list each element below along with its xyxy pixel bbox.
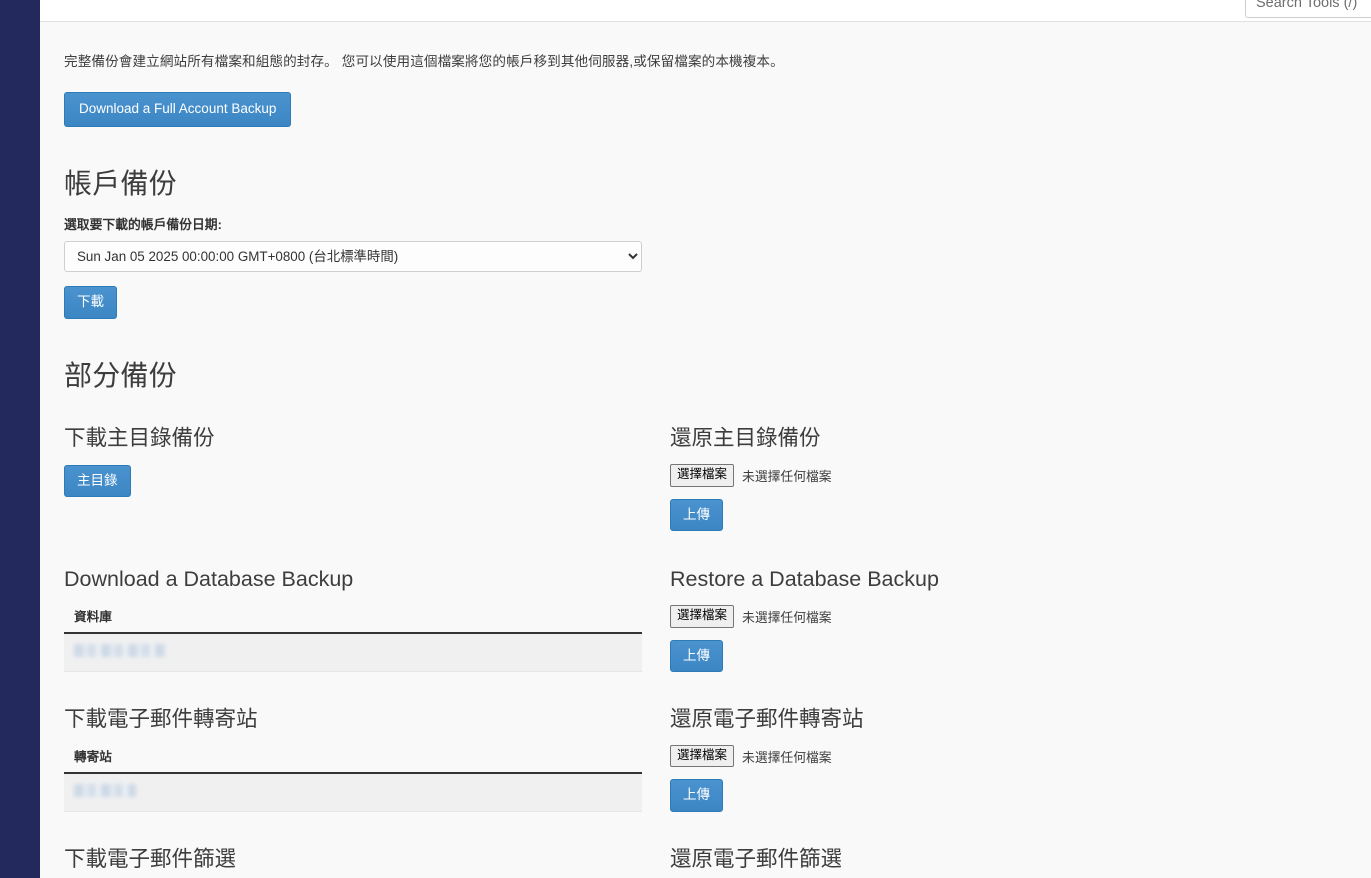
home-directory-download-button[interactable]: 主目錄 (64, 464, 131, 498)
partial-backup-row-email-filters: 下載電子郵件篩選 系統篩選資訊 還原電子郵件篩選 選擇檔案 未選擇任何檔案 (64, 847, 1347, 878)
restore-email-filters-title: 還原電子郵件篩選 (670, 846, 843, 871)
email-forwarders-file-status: 未選擇任何檔案 (742, 749, 832, 765)
email-forwarders-header-row: 轉寄站 (64, 745, 642, 774)
email-forwarders-upload-button[interactable]: 上傳 (670, 779, 723, 812)
home-directory-choose-file-button[interactable]: 選擇檔案 (670, 463, 735, 487)
table-row (64, 632, 642, 672)
account-backups-heading: 帳戶備份 (64, 167, 177, 199)
download-email-forwarders-title: 下載電子郵件轉寄站 (64, 707, 258, 732)
database-table-header-cell: 資料庫 (64, 605, 642, 634)
email-forwarders-file-row: 選擇檔案 未選擇任何檔案 (670, 744, 1276, 768)
left-sidebar-rail (0, 0, 40, 878)
top-header-bar (40, 0, 1371, 22)
partial-backup-row-database: Download a Database Backup 資料庫 Restore a… (64, 567, 1347, 673)
full-backup-description: 完整備份會建立網站所有檔案和組態的封存。 您可以使用這個檔案將您的帳戶移到其他伺… (64, 54, 784, 69)
search-input[interactable] (1245, 0, 1371, 18)
redacted-database-name (74, 643, 166, 657)
email-forwarders-header-cell: 轉寄站 (64, 745, 642, 774)
download-account-backup-button[interactable]: 下載 (64, 286, 117, 319)
download-database-title: Download a Database Backup (64, 567, 354, 592)
email-forwarders-table: 轉寄站 (64, 745, 642, 812)
download-email-filters-title: 下載電子郵件篩選 (64, 846, 237, 871)
restore-database-title: Restore a Database Backup (670, 567, 939, 592)
account-backup-date-select[interactable]: Sun Jan 05 2025 00:00:00 GMT+0800 (台北標準時… (64, 241, 642, 273)
table-row (64, 772, 642, 812)
account-backup-date-label: 選取要下載的帳戶備份日期: (64, 217, 222, 233)
partial-backup-row-home-directory: 下載主目錄備份 主目錄 還原主目錄備份 選擇檔案 未選擇任何檔案 上傳 (64, 426, 1347, 532)
download-full-account-backup-button[interactable]: Download a Full Account Backup (64, 92, 292, 127)
partial-backups-heading: 部分備份 (64, 359, 177, 391)
home-directory-file-status: 未選擇任何檔案 (742, 468, 832, 484)
home-directory-upload-button[interactable]: 上傳 (670, 498, 723, 532)
database-file-status: 未選擇任何檔案 (742, 609, 832, 625)
database-choose-file-button[interactable]: 選擇檔案 (670, 604, 735, 628)
home-directory-file-row: 選擇檔案 未選擇任何檔案 (670, 463, 1276, 487)
database-upload-button[interactable]: 上傳 (670, 639, 723, 673)
restore-home-directory-title: 還原主目錄備份 (670, 426, 821, 451)
restore-email-forwarders-title: 還原電子郵件轉寄站 (670, 707, 864, 732)
partial-backup-row-email-forwarders: 下載電子郵件轉寄站 轉寄站 還原電子郵件轉寄站 選擇檔案 未選擇任何檔案 上傳 (64, 707, 1347, 812)
database-file-row: 選擇檔案 未選擇任何檔案 (670, 604, 1276, 628)
database-table-header-row: 資料庫 (64, 605, 642, 634)
email-forwarders-choose-file-button[interactable]: 選擇檔案 (670, 744, 735, 768)
database-name-cell[interactable] (64, 632, 642, 672)
database-table: 資料庫 (64, 605, 642, 672)
main-content-scroll: 完整帳戶備份 完整備份會建立網站所有檔案和組態的封存。 您可以使用這個檔案將您的… (40, 22, 1371, 878)
redacted-email-forwarder (74, 783, 136, 797)
download-home-directory-title: 下載主目錄備份 (64, 426, 215, 451)
browser-page: 完整帳戶備份 完整備份會建立網站所有檔案和組態的封存。 您可以使用這個檔案將您的… (0, 0, 1371, 878)
email-forwarder-cell[interactable] (64, 772, 642, 812)
